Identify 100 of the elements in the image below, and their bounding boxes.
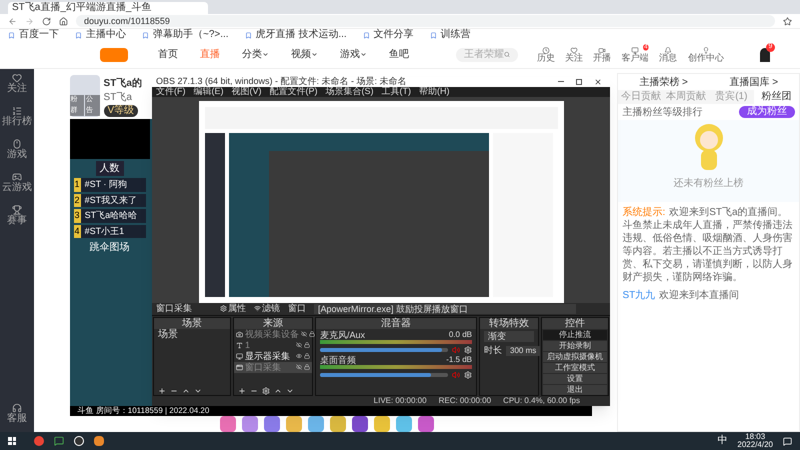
menu-item[interactable]: 工具(T)	[382, 87, 411, 96]
sidebar-item[interactable]: 赛事	[6, 205, 27, 226]
panel-tab[interactable]: 粉丝团	[754, 90, 800, 104]
caret-icon	[262, 51, 269, 58]
notifications-icon[interactable]	[783, 436, 792, 446]
sidebar-item[interactable]: 客服	[6, 403, 27, 424]
sidebar-item[interactable]: 云游戏	[2, 172, 32, 193]
minimize-button[interactable]	[558, 81, 564, 82]
gift-icon[interactable]	[220, 416, 236, 432]
menu-item[interactable]: 文件(F)	[156, 87, 186, 96]
duration-field[interactable]: 300 ms	[506, 346, 540, 356]
menu-item[interactable]: 配置文件(P)	[270, 87, 318, 96]
gift-icon[interactable]	[264, 416, 280, 432]
control-button[interactable]: 退出	[543, 384, 607, 395]
speaker-icon[interactable]	[452, 370, 460, 379]
ime-indicator[interactable]: 中	[717, 436, 728, 446]
folder-app-icon[interactable]	[94, 436, 104, 446]
bookmark-link[interactable]: 文件分享	[362, 30, 414, 40]
header-link[interactable]: 消息	[659, 46, 677, 63]
add-icon[interactable]	[158, 386, 166, 395]
recorder-app-icon[interactable]	[74, 436, 84, 446]
header-link[interactable]: 创作中心	[688, 46, 724, 63]
user-avatar[interactable]	[760, 48, 770, 62]
source-label: 窗口采集	[245, 362, 281, 372]
transition-select[interactable]: 渐变	[484, 330, 534, 342]
sidebar-item[interactable]: 排行榜	[2, 106, 32, 127]
settings-icon[interactable]	[464, 370, 472, 379]
sidebar-item[interactable]: 关注	[6, 73, 27, 94]
empty-text: 还未有粉丝上榜	[674, 176, 744, 191]
header-link-label: 创作中心	[688, 54, 724, 63]
bookmark-link[interactable]: 百度一下	[8, 30, 59, 40]
lock-icon[interactable]	[304, 353, 310, 360]
nav-link[interactable]: 游戏	[340, 47, 367, 62]
eye-icon[interactable]	[296, 342, 302, 348]
bookmark-star-icon[interactable]	[783, 16, 792, 26]
control-button[interactable]: 开始录制	[543, 340, 607, 351]
properties-button[interactable]: 属性	[220, 302, 246, 316]
add-icon[interactable]	[238, 386, 246, 395]
tab-title: ST飞a直播_幻平端游直播_斗鱼	[12, 3, 152, 13]
back-icon[interactable]	[8, 16, 17, 26]
panel-link[interactable]: 直播国库 >	[730, 74, 778, 90]
source-item[interactable]: 1	[234, 340, 312, 351]
menu-item[interactable]: 帮助(H)	[419, 87, 450, 96]
scene-item[interactable]: 场景	[154, 328, 230, 341]
nav-link[interactable]: 首页	[158, 47, 178, 62]
vip-button[interactable]: V等级	[104, 104, 138, 116]
maximize-button[interactable]	[576, 78, 582, 85]
volume-slider[interactable]	[320, 348, 448, 352]
browser-app-icon[interactable]	[34, 436, 44, 446]
window-select[interactable]: [ApowerMirror.exe] 鼓励投屏播放窗口	[314, 304, 576, 314]
bookmark-link[interactable]: 弹幕助手（~?>...	[142, 30, 229, 40]
duration-label: 时长	[484, 344, 502, 357]
rank-badge: 3	[74, 209, 81, 222]
settings-icon[interactable]	[262, 386, 270, 395]
chat-app-icon[interactable]	[54, 436, 64, 446]
home-icon[interactable]	[59, 16, 68, 26]
eye-icon[interactable]	[296, 364, 302, 370]
header-link[interactable]: 关注	[565, 46, 583, 63]
address-bar[interactable]: douyu.com/10118559	[76, 15, 775, 27]
panel-link[interactable]: 主播荣榜 >	[639, 74, 688, 90]
lock-icon[interactable]	[304, 342, 310, 348]
search-icon[interactable]	[504, 51, 510, 58]
source-name: 窗口采集	[156, 302, 192, 316]
menu-item[interactable]: 场景集合(S)	[326, 87, 374, 96]
nav-link[interactable]: 分类	[242, 47, 269, 62]
nav-link[interactable]: 鱼吧	[389, 47, 409, 62]
room-title: ST飞a的	[104, 76, 142, 90]
bookmark-link[interactable]: 主播中心	[75, 30, 126, 40]
start-icon[interactable]	[8, 437, 16, 445]
settings-icon[interactable]	[464, 346, 472, 354]
bookmark-link[interactable]: 虎牙直播 技术运动...	[244, 30, 347, 40]
nav-link[interactable]: 视频	[291, 47, 318, 62]
close-icon[interactable]	[594, 78, 602, 86]
control-button[interactable]: 工作室模式	[543, 362, 607, 373]
bookmark-link[interactable]: 训练营	[430, 30, 471, 40]
source-item[interactable]: 视频采集设备	[234, 328, 312, 340]
lock-icon[interactable]	[309, 331, 315, 338]
browser-tab[interactable]: ST飞a直播_幻平端游直播_斗鱼	[8, 2, 208, 14]
control-button[interactable]: 停止推流	[543, 330, 607, 340]
control-button[interactable]: 启动虚拟摄像机	[543, 352, 607, 362]
menu-item[interactable]: 编辑(E)	[194, 87, 224, 96]
speaker-icon[interactable]	[452, 346, 460, 354]
join-button[interactable]: 成为粉丝	[739, 106, 795, 118]
header-link[interactable]: 历史	[537, 46, 555, 63]
reload-icon[interactable]	[42, 16, 51, 26]
lock-icon[interactable]	[304, 364, 310, 370]
filters-button[interactable]: 滤镜	[254, 302, 280, 316]
search-field[interactable]: 王者荣耀	[456, 48, 518, 62]
gift-icon[interactable]	[242, 416, 258, 432]
sidebar-item[interactable]: 游戏	[6, 139, 27, 160]
source-item[interactable]: 显示器采集	[234, 350, 312, 362]
gift-icon[interactable]	[352, 416, 368, 432]
gift-icon[interactable]	[418, 416, 434, 432]
follow-icon	[12, 73, 22, 83]
header-link[interactable]: 开播	[593, 46, 611, 63]
eye-icon[interactable]	[296, 353, 302, 360]
control-button[interactable]: 设置	[543, 374, 607, 384]
menu-item[interactable]: 视图(V)	[232, 87, 262, 96]
volume-slider[interactable]	[320, 372, 448, 377]
eye-icon[interactable]	[301, 331, 307, 338]
